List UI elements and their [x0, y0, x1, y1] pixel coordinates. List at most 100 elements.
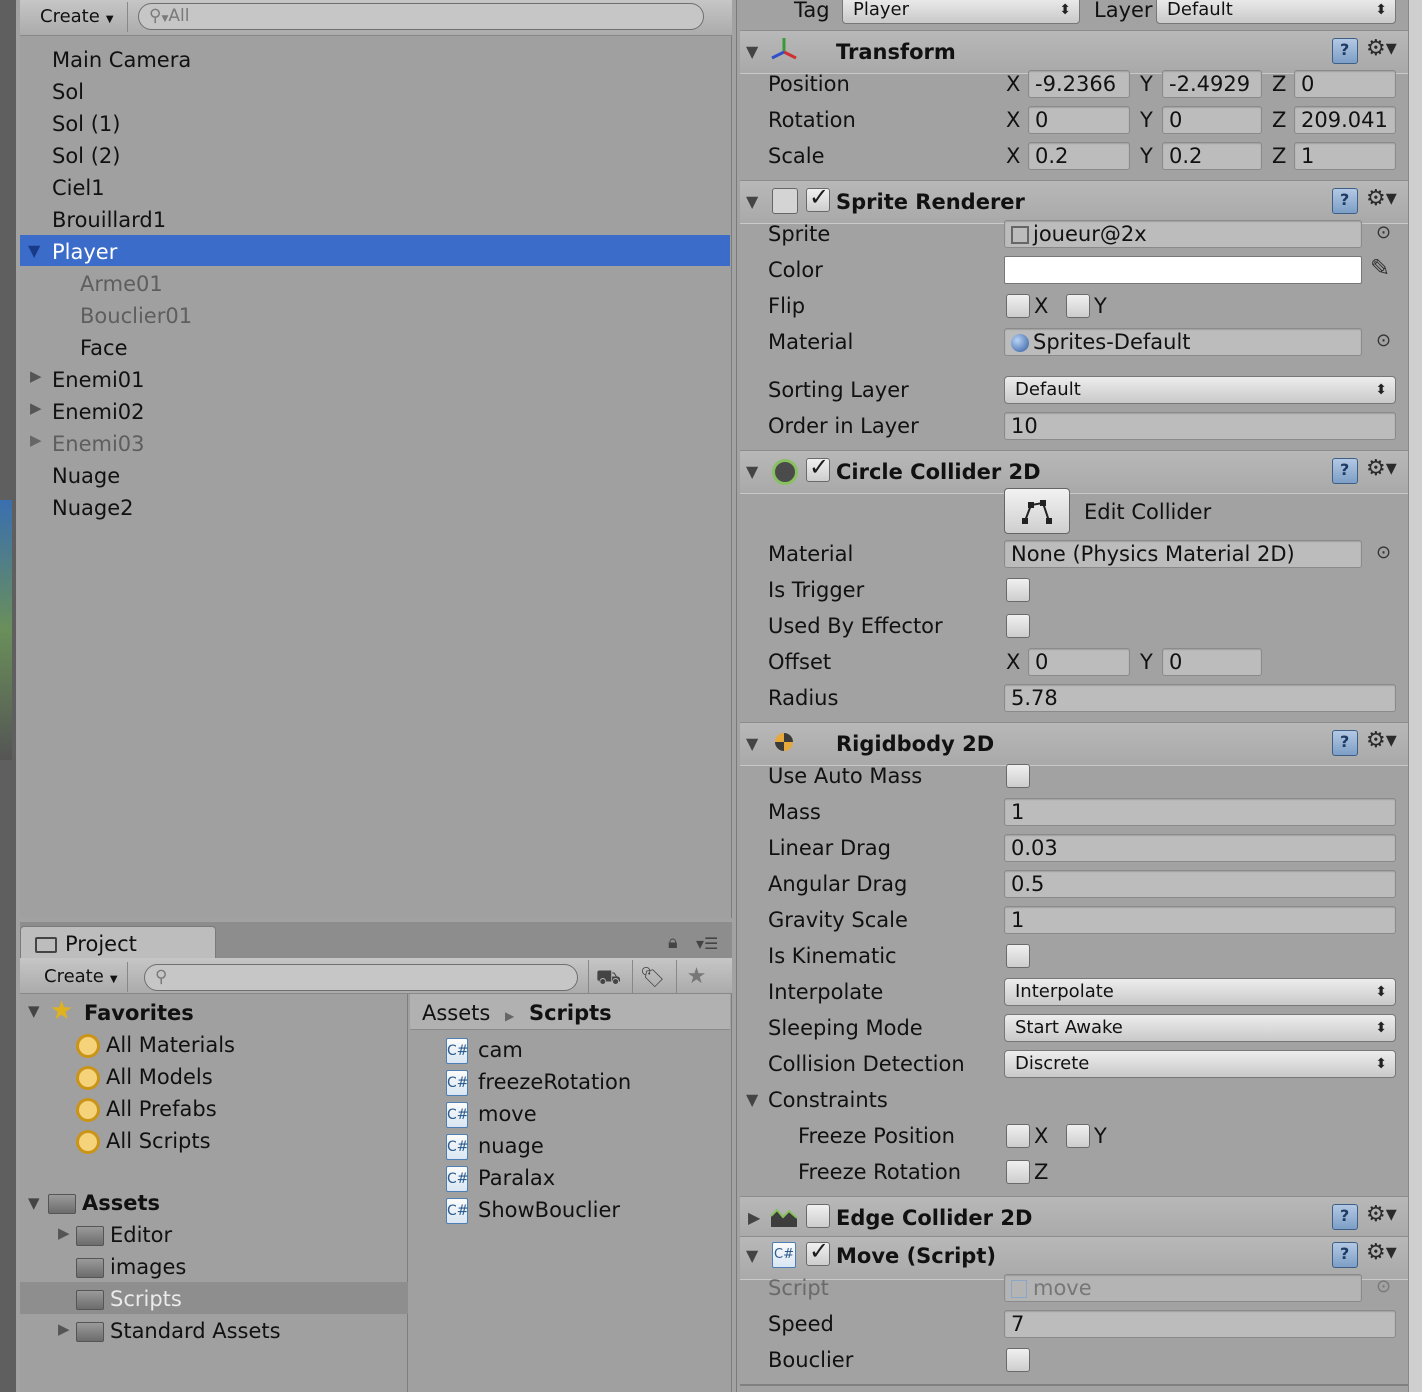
- speed-field[interactable]: 7: [1004, 1310, 1396, 1338]
- expand-arrow-icon[interactable]: ▼: [28, 1194, 40, 1212]
- gear-icon[interactable]: ⚙▾: [1366, 186, 1397, 212]
- sprite-field[interactable]: joueur@2x: [1004, 220, 1362, 248]
- script-file-freezerotation[interactable]: C# freezeRotation: [446, 1067, 631, 1097]
- used-by-effector-checkbox[interactable]: [1006, 614, 1030, 638]
- favorite-all-models[interactable]: All Models: [76, 1062, 213, 1092]
- order-in-layer-field[interactable]: 10: [1004, 412, 1396, 440]
- gear-icon[interactable]: ⚙▾: [1366, 1202, 1397, 1228]
- foldout-arrow-icon[interactable]: ▼: [746, 1246, 758, 1265]
- help-book-icon[interactable]: [1332, 458, 1358, 484]
- material-field[interactable]: Sprites-Default: [1004, 328, 1362, 356]
- foldout-collapsed-arrow-icon[interactable]: ▶: [748, 1208, 760, 1227]
- foldout-arrow-icon[interactable]: ▼: [746, 42, 758, 61]
- hierarchy-item-enemi01[interactable]: Enemi01: [52, 365, 145, 395]
- hierarchy-item-enemi03[interactable]: Enemi03: [52, 429, 145, 459]
- project-tab[interactable]: Project: [20, 926, 216, 958]
- use-auto-mass-checkbox[interactable]: [1006, 764, 1030, 788]
- collapse-arrow-icon[interactable]: ▶: [30, 431, 42, 449]
- search-by-label-icon[interactable]: 🏷︎: [632, 960, 672, 994]
- circle-collider-enabled-checkbox[interactable]: [806, 453, 830, 482]
- radius-field[interactable]: 5.78: [1004, 684, 1396, 712]
- hierarchy-item-ciel1[interactable]: Ciel1: [52, 173, 105, 203]
- gear-icon[interactable]: ⚙▾: [1366, 728, 1397, 754]
- edit-collider-button[interactable]: [1004, 488, 1070, 534]
- help-book-icon[interactable]: [1332, 1242, 1358, 1268]
- scale-x-field[interactable]: 0.2: [1028, 142, 1130, 170]
- hierarchy-item-arme01[interactable]: Arme01: [80, 269, 163, 299]
- folder-editor[interactable]: Editor: [76, 1220, 172, 1250]
- hierarchy-item-nuage2[interactable]: Nuage2: [52, 493, 134, 523]
- gear-icon[interactable]: ⚙▾: [1366, 1240, 1397, 1266]
- hierarchy-item-player[interactable]: Player: [52, 237, 117, 267]
- favorite-all-materials[interactable]: All Materials: [76, 1030, 235, 1060]
- object-picker-icon[interactable]: ⊙: [1376, 330, 1391, 351]
- color-swatch[interactable]: [1004, 256, 1362, 284]
- offset-x-field[interactable]: 0: [1028, 648, 1130, 676]
- collision-detection-dropdown[interactable]: Discrete: [1004, 1050, 1396, 1078]
- flip-x-checkbox[interactable]: [1006, 294, 1030, 318]
- gear-icon[interactable]: ⚙▾: [1366, 36, 1397, 62]
- script-file-nuage[interactable]: C# nuage: [446, 1131, 544, 1161]
- hierarchy-item-sol-2[interactable]: Sol (2): [52, 141, 120, 171]
- hierarchy-item-nuage[interactable]: Nuage: [52, 461, 120, 491]
- object-picker-icon[interactable]: ⊙: [1376, 542, 1391, 563]
- panel-menu-icon[interactable]: ▾☰: [696, 934, 718, 953]
- gear-icon[interactable]: ⚙▾: [1366, 456, 1397, 482]
- object-picker-icon[interactable]: ⊙: [1376, 222, 1391, 243]
- sprite-renderer-enabled-checkbox[interactable]: [806, 183, 830, 212]
- is-kinematic-checkbox[interactable]: [1006, 944, 1030, 968]
- foldout-arrow-icon[interactable]: ▼: [746, 1090, 758, 1109]
- hierarchy-item-bouclier01[interactable]: Bouclier01: [80, 301, 192, 331]
- favorite-all-prefabs[interactable]: All Prefabs: [76, 1094, 217, 1124]
- collider-material-field[interactable]: None (Physics Material 2D): [1004, 540, 1362, 568]
- foldout-arrow-icon[interactable]: ▼: [746, 462, 758, 481]
- help-book-icon[interactable]: [1332, 730, 1358, 756]
- rotation-z-field[interactable]: 209.041: [1294, 106, 1396, 134]
- gravity-scale-field[interactable]: 1: [1004, 906, 1396, 934]
- expand-arrow-icon[interactable]: ▼: [28, 1002, 40, 1020]
- folder-images[interactable]: images: [76, 1252, 186, 1282]
- favorite-all-scripts[interactable]: All Scripts: [76, 1126, 211, 1156]
- script-file-cam[interactable]: C# cam: [446, 1035, 523, 1065]
- scale-y-field[interactable]: 0.2: [1162, 142, 1262, 170]
- scale-z-field[interactable]: 1: [1294, 142, 1396, 170]
- is-trigger-checkbox[interactable]: [1006, 578, 1030, 602]
- script-file-move[interactable]: C# move: [446, 1099, 537, 1129]
- foldout-arrow-icon[interactable]: ▼: [746, 192, 758, 211]
- hierarchy-item-sol[interactable]: Sol: [52, 77, 84, 107]
- hierarchy-item-face[interactable]: Face: [80, 333, 128, 363]
- folder-scripts[interactable]: Scripts: [76, 1284, 182, 1314]
- bouclier-checkbox[interactable]: [1006, 1348, 1030, 1372]
- hierarchy-item-main-camera[interactable]: Main Camera: [52, 45, 191, 75]
- lock-icon[interactable]: 🔒︎: [668, 932, 678, 953]
- collapse-arrow-icon[interactable]: ▶: [58, 1320, 70, 1338]
- help-book-icon[interactable]: [1332, 188, 1358, 214]
- interpolate-dropdown[interactable]: Interpolate: [1004, 978, 1396, 1006]
- hierarchy-search-input[interactable]: ⚲▼All: [138, 3, 704, 30]
- favorites-header[interactable]: Favorites: [84, 998, 194, 1028]
- search-by-type-icon[interactable]: ⛟: [588, 960, 628, 994]
- hierarchy-item-enemi02[interactable]: Enemi02: [52, 397, 145, 427]
- tag-dropdown[interactable]: Player: [842, 0, 1080, 24]
- script-file-paralax[interactable]: C# Paralax: [446, 1163, 555, 1193]
- edge-collider-enabled-checkbox[interactable]: [806, 1204, 830, 1228]
- rotation-x-field[interactable]: 0: [1028, 106, 1130, 134]
- collapse-arrow-icon[interactable]: ▶: [58, 1224, 70, 1242]
- inspector-scrollbar[interactable]: [1408, 0, 1422, 1392]
- freeze-position-y-checkbox[interactable]: [1066, 1124, 1090, 1148]
- freeze-rotation-z-checkbox[interactable]: [1006, 1160, 1030, 1184]
- eyedropper-icon[interactable]: ✎: [1370, 254, 1390, 282]
- project-search-input[interactable]: ⚲: [144, 964, 578, 991]
- angular-drag-field[interactable]: 0.5: [1004, 870, 1396, 898]
- position-z-field[interactable]: 0: [1294, 70, 1396, 98]
- collapse-arrow-icon[interactable]: ▶: [30, 367, 42, 385]
- move-script-enabled-checkbox[interactable]: [806, 1237, 830, 1266]
- freeze-position-x-checkbox[interactable]: [1006, 1124, 1030, 1148]
- hierarchy-item-brouillard1[interactable]: Brouillard1: [52, 205, 166, 235]
- sorting-layer-dropdown[interactable]: Default: [1004, 376, 1396, 404]
- hierarchy-item-sol-1[interactable]: Sol (1): [52, 109, 120, 139]
- offset-y-field[interactable]: 0: [1162, 648, 1262, 676]
- assets-root-folder[interactable]: Assets: [48, 1188, 160, 1218]
- sleeping-mode-dropdown[interactable]: Start Awake: [1004, 1014, 1396, 1042]
- folder-standard-assets[interactable]: Standard Assets: [76, 1316, 281, 1346]
